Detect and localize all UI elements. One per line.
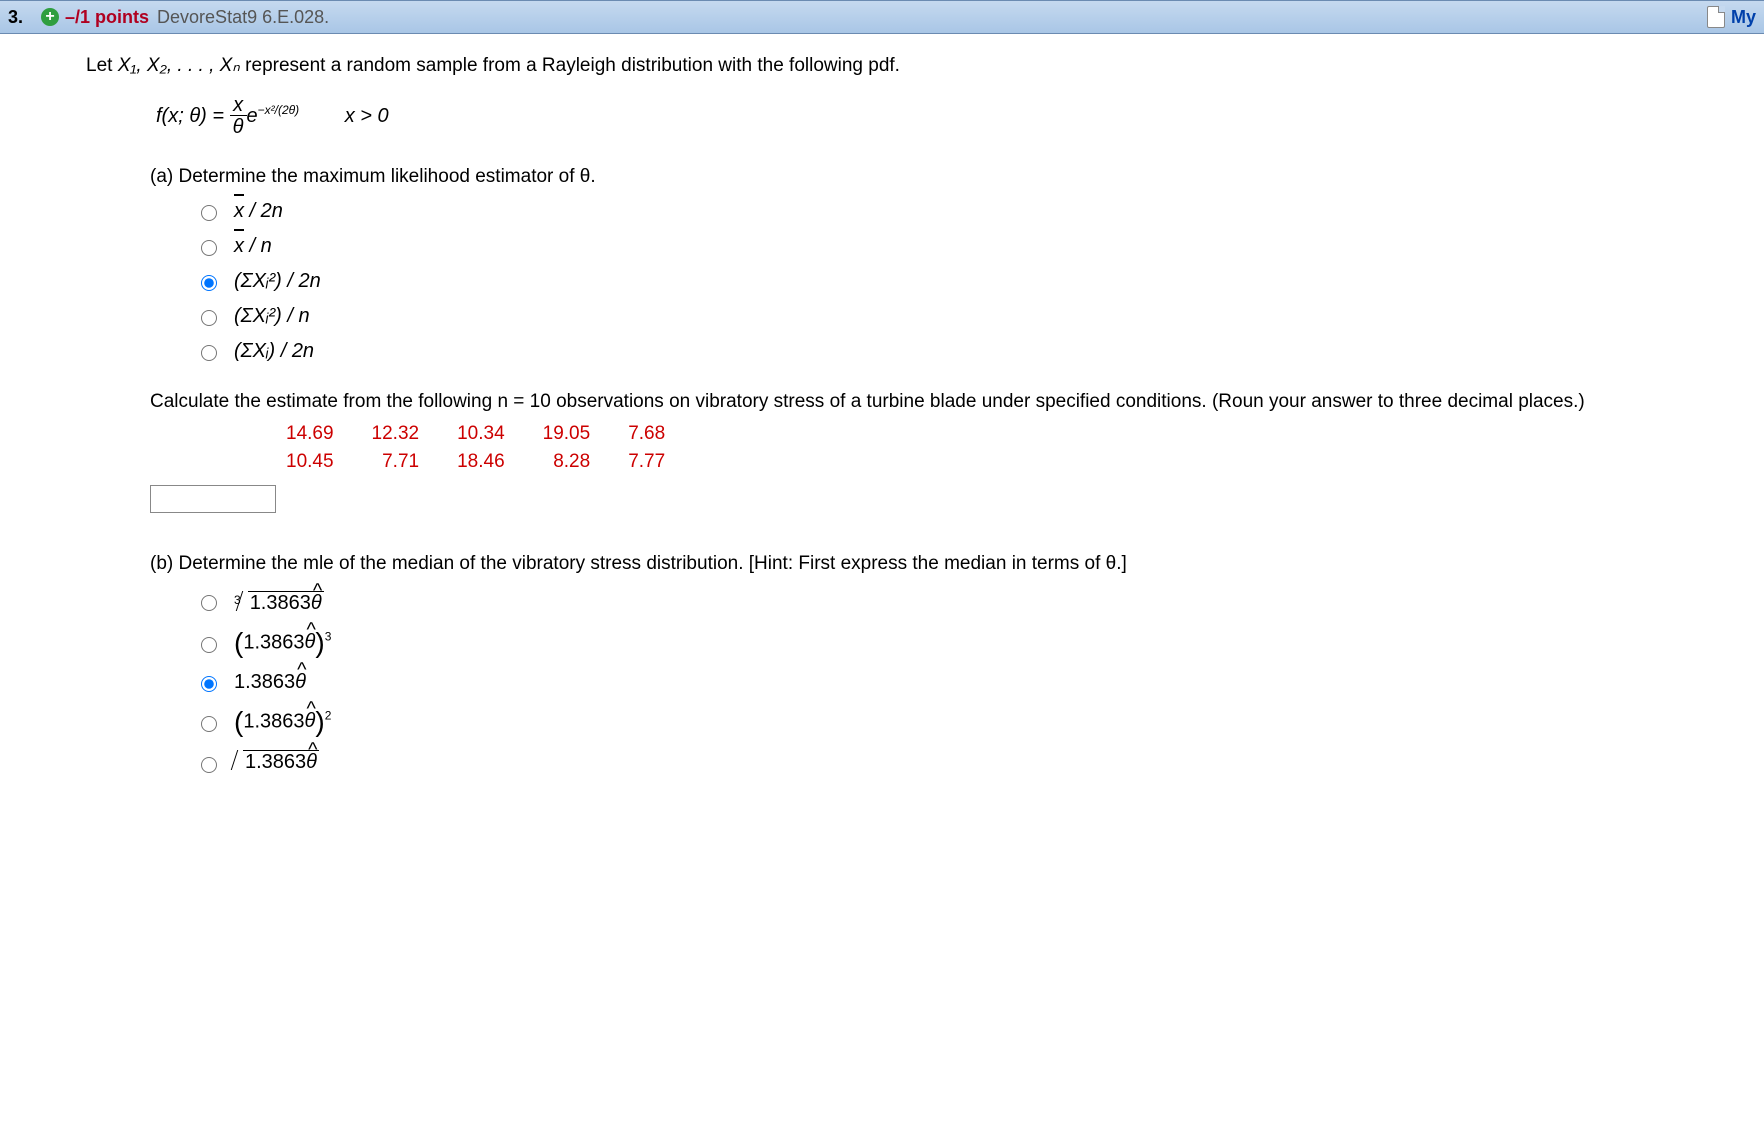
option-b1[interactable]: 31.3863θ [196,587,1764,615]
option-a4[interactable]: (ΣXᵢ²) / n [196,305,1764,328]
option-a3-label: (ΣXᵢ²) / 2n [234,270,321,293]
option-b1-label: 31.3863θ [234,587,324,615]
fraction: x θ [230,95,247,138]
option-a3[interactable]: (ΣXᵢ²) / 2n [196,270,1764,293]
data-cell: 12.32 [354,421,438,447]
option-b4-label: (1.3863θ)2 [234,706,331,738]
option-a1[interactable]: x / 2n [196,200,1764,223]
data-table: 14.6912.3210.3419.057.68 10.457.7118.468.… [266,419,685,477]
radio-b4[interactable] [201,716,217,732]
calc-prompt: Calculate the estimate from the followin… [150,391,1764,413]
data-cell: 14.69 [268,421,352,447]
exp-e: e [247,105,258,127]
data-cell: 7.68 [610,421,683,447]
radio-b5[interactable] [201,757,217,773]
intro-text: Let X₁, X₂, . . . , Xₙ represent a rando… [86,54,1764,77]
radio-a5[interactable] [201,345,217,361]
radio-a4[interactable] [201,310,217,326]
data-cell: 7.71 [354,449,438,475]
question-body: Let X₁, X₂, . . . , Xₙ represent a rando… [0,34,1764,844]
part-a-options: x / 2n x / n (ΣXᵢ²) / 2n (ΣXᵢ²) / n (ΣXᵢ… [196,200,1764,363]
part-b-prompt: (b) Determine the mle of the median of t… [150,553,1764,575]
option-a4-label: (ΣXᵢ²) / n [234,305,310,328]
radio-b1[interactable] [201,595,217,611]
data-cell: 10.45 [268,449,352,475]
my-notes-link[interactable]: My [1731,7,1756,28]
data-cell: 10.34 [439,421,523,447]
radio-a1[interactable] [201,205,217,221]
radio-a3[interactable] [201,275,217,291]
question-number: 3. [8,7,23,28]
option-b5[interactable]: 1.3863θ [196,750,1764,776]
formula-cond: x > 0 [345,105,389,127]
radio-b3[interactable] [201,676,217,692]
option-b5-label: 1.3863θ [234,750,319,776]
option-a2-label: x / n [234,235,272,258]
option-a2[interactable]: x / n [196,235,1764,258]
plus-icon[interactable]: + [41,8,59,26]
part-a-prompt: (a) Determine the maximum likelihood est… [150,166,1764,188]
intro-pre: Let [86,55,118,76]
option-b2-label: (1.3863θ)3 [234,627,331,659]
sample-vars: X₁, X₂, . . . , Xₙ [118,55,240,76]
answer-input[interactable] [150,485,276,513]
points-label: –/1 points [65,7,149,28]
notes-icon[interactable] [1707,6,1725,28]
data-cell: 7.77 [610,449,683,475]
data-cell: 18.46 [439,449,523,475]
data-cell: 8.28 [525,449,609,475]
option-a5[interactable]: (ΣXᵢ) / 2n [196,340,1764,363]
fraction-den: θ [230,116,247,138]
radio-a2[interactable] [201,240,217,256]
option-a1-label: x / 2n [234,200,283,223]
radio-b2[interactable] [201,637,217,653]
data-cell: 19.05 [525,421,609,447]
part-b-options: 31.3863θ (1.3863θ)3 1.3863θ (1.3863θ)2 1 [196,587,1764,776]
formula-lhs: f(x; θ) = [156,105,230,127]
pdf-formula: f(x; θ) = x θ e−x²/(2θ) x > 0 [156,95,1764,138]
option-b2[interactable]: (1.3863θ)3 [196,627,1764,659]
source-label: DevoreStat9 6.E.028. [157,7,329,28]
option-b3-label: 1.3863θ [234,671,306,694]
exp-sup: −x²/(2θ) [258,103,300,117]
option-b4[interactable]: (1.3863θ)2 [196,706,1764,738]
intro-mid: represent a random sample from a Rayleig… [240,55,900,76]
question-header: 3. + –/1 points DevoreStat9 6.E.028. My [0,0,1764,34]
option-a5-label: (ΣXᵢ) / 2n [234,340,314,363]
option-b3[interactable]: 1.3863θ [196,671,1764,694]
fraction-num: x [230,95,247,116]
